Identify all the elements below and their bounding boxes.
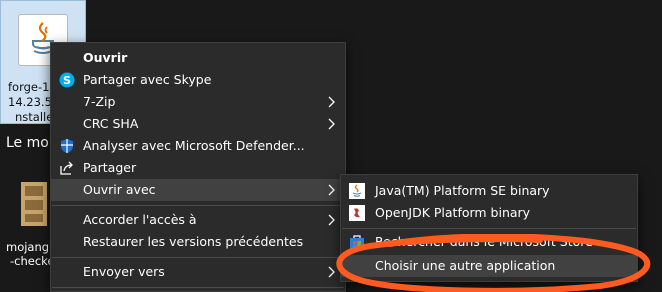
menu-item-defender-scan[interactable]: Analyser avec Microsoft Defender... xyxy=(51,135,345,157)
defender-shield-icon xyxy=(59,138,75,154)
submenu-item-label: Java(TM) Platform SE binary xyxy=(375,183,550,198)
desktop-file-label-line2: 14.23.5. xyxy=(8,95,56,109)
section-heading: Le mo xyxy=(6,135,49,151)
skype-icon: S xyxy=(59,72,75,88)
submenu-item-label: OpenJDK Platform binary xyxy=(375,205,531,220)
menu-item-open-with[interactable]: Ouvrir avec xyxy=(51,179,345,201)
chevron-right-icon xyxy=(328,118,335,130)
menu-separator xyxy=(52,205,344,206)
menu-item-open[interactable]: Ouvrir xyxy=(51,47,345,69)
menu-item-restore-versions[interactable]: Restaurer les versions précédentes xyxy=(51,231,345,253)
menu-item-label: Ouvrir xyxy=(83,50,128,65)
menu-item-send-to[interactable]: Envoyer vers xyxy=(51,261,345,283)
submenu-item-choose-other-app[interactable]: Choisir une autre application xyxy=(341,255,637,277)
menu-item-label: Partager avec Skype xyxy=(83,72,212,87)
open-with-submenu: Java(TM) Platform SE binary OpenJDK Plat… xyxy=(340,174,638,282)
menu-item-label: Accorder l'accès à xyxy=(83,212,197,227)
menu-item-label: 7-Zip xyxy=(83,94,116,109)
openjdk-icon xyxy=(349,205,365,221)
submenu-separator xyxy=(342,228,636,229)
chevron-right-icon xyxy=(328,266,335,278)
submenu-item-openjdk[interactable]: OpenJDK Platform binary xyxy=(341,202,637,224)
chevron-right-icon xyxy=(328,214,335,226)
menu-item-give-access[interactable]: Accorder l'accès à xyxy=(51,209,345,231)
menu-item-share[interactable]: Partager xyxy=(51,157,345,179)
submenu-item-label: Choisir une autre application xyxy=(375,258,556,273)
mojang-label-line2: -checke xyxy=(10,254,55,268)
submenu-item-store[interactable]: Rechercher dans le Microsoft Store xyxy=(341,231,637,253)
menu-item-label: Restaurer les versions précédentes xyxy=(83,234,304,249)
menu-separator xyxy=(52,287,344,288)
submenu-item-java[interactable]: Java(TM) Platform SE binary xyxy=(341,180,637,202)
menu-item-crc-sha[interactable]: CRC SHA xyxy=(51,113,345,135)
menu-item-label: Envoyer vers xyxy=(83,264,165,279)
menu-item-label: CRC SHA xyxy=(83,116,139,131)
menu-item-label: Partager xyxy=(83,160,137,175)
chevron-right-icon xyxy=(328,96,335,108)
menu-item-7zip[interactable]: 7-Zip xyxy=(51,91,345,113)
mojang-file-icon[interactable] xyxy=(15,178,53,234)
mojang-label-line1: mojang xyxy=(6,240,50,254)
svg-text:S: S xyxy=(63,74,71,87)
desktop-file-label-line1: forge-1 xyxy=(8,80,50,94)
desktop-file-label-line3: nstalle xyxy=(15,110,54,124)
menu-item-label: Ouvrir avec xyxy=(83,182,156,197)
context-menu: Ouvrir S Partager avec Skype 7-Zip CRC S… xyxy=(50,42,346,292)
menu-item-share-skype[interactable]: S Partager avec Skype xyxy=(51,69,345,91)
store-icon xyxy=(349,234,365,250)
submenu-item-label: Rechercher dans le Microsoft Store xyxy=(375,234,593,249)
java-icon xyxy=(349,183,365,199)
share-icon xyxy=(59,160,75,176)
menu-item-label: Analyser avec Microsoft Defender... xyxy=(83,138,305,153)
menu-separator xyxy=(52,257,344,258)
chevron-right-icon xyxy=(328,184,335,196)
